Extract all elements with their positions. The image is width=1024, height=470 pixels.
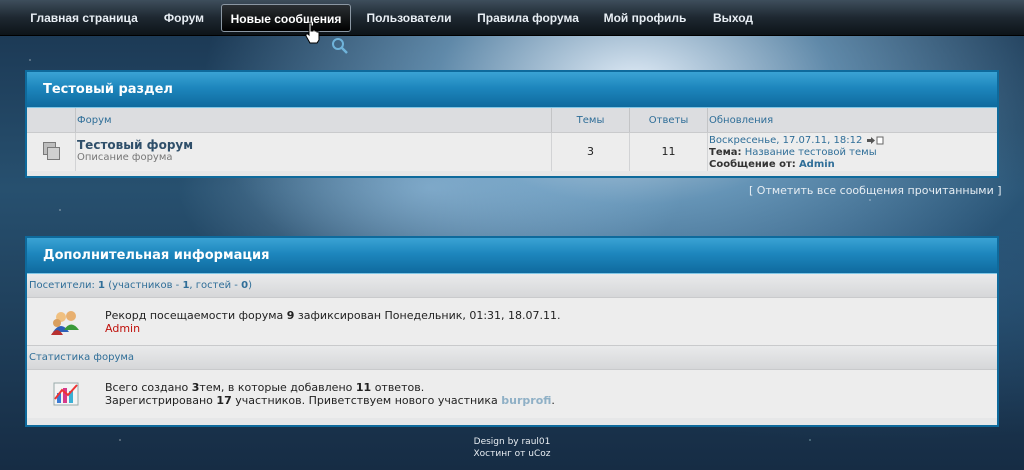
stats-text-d: Зарегистрировано xyxy=(105,394,213,407)
go-to-post-icon[interactable] xyxy=(866,136,884,145)
forum-section-panel: Тестовый раздел Форум Темы Ответы Обновл… xyxy=(25,70,999,178)
forum-link[interactable]: Тестовый форум xyxy=(77,138,551,152)
visitors-close: ) xyxy=(248,280,252,291)
last-post-date-link[interactable]: Воскресенье, 17.07.11, 18:12 xyxy=(709,135,862,146)
visitors-count: 1 xyxy=(98,280,106,291)
forum-description: Описание форума xyxy=(77,152,173,163)
nav-rules[interactable]: Правила форума xyxy=(475,4,581,32)
record-suffix: зафиксирован Понедельник, 01:31, 18.07.1… xyxy=(297,308,561,322)
nav-home[interactable]: Главная страница xyxy=(26,4,142,32)
users-online-icon xyxy=(51,310,79,335)
record-prefix: Рекорд посещаемости форума xyxy=(105,308,284,322)
nav-forum[interactable]: Форум xyxy=(158,4,210,32)
stats-replies: 11 xyxy=(355,381,372,394)
topic-label: Тема: xyxy=(709,147,742,158)
record-user-link[interactable]: Admin xyxy=(105,322,561,335)
section-title: Тестовый раздел xyxy=(27,72,997,108)
visitors-mid: (участников - xyxy=(108,280,180,291)
forum-topics-count: 3 xyxy=(552,133,630,171)
forum-last-update: Воскресенье, 17.07.11, 18:12 Тема: Назва… xyxy=(708,133,997,171)
info-panel: Дополнительная информация Посетители: 1 … xyxy=(25,236,999,427)
col-updates: Обновления xyxy=(709,115,774,126)
design-credit-link[interactable]: Design by raul01 xyxy=(0,436,1024,448)
col-topics: Темы xyxy=(552,108,630,132)
forum-replies-count: 11 xyxy=(630,133,708,171)
forum-read-icon xyxy=(27,133,76,171)
stats-text-e: участников. Приветствуем нового участник… xyxy=(235,394,498,407)
table-row: Тестовый форум Описание форума 3 11 Воск… xyxy=(27,133,997,171)
mark-all-read-link[interactable]: [ Отметить все сообщения прочитанными ] xyxy=(749,184,1002,197)
newest-member-link[interactable]: burprofi xyxy=(501,394,551,407)
nav-new-messages[interactable]: Новые сообщения xyxy=(221,4,351,32)
last-topic-link[interactable]: Название тестовой темы xyxy=(745,147,877,158)
col-icon xyxy=(27,108,76,132)
visitors-bar: Посетители: 1 (участников - 1, гостей - … xyxy=(27,274,997,298)
top-navbar: Главная страница Форум Новые сообщения П… xyxy=(0,0,1024,36)
nav-logout[interactable]: Выход xyxy=(710,4,756,32)
nav-users[interactable]: Пользователи xyxy=(364,4,454,32)
forum-table-header: Форум Темы Ответы Обновления xyxy=(27,108,997,133)
stats-label: Статистика форума xyxy=(27,346,997,370)
hosting-credit-link[interactable]: Хостинг от uCoz xyxy=(0,448,1024,460)
footer: Design by raul01 Хостинг от uCoz xyxy=(0,436,1024,460)
stats-members: 17 xyxy=(216,394,232,407)
info-title: Дополнительная информация xyxy=(27,238,997,274)
visitors-label: Посетители: xyxy=(29,280,95,291)
stats-text-c: ответов. xyxy=(374,381,425,394)
visitors-comma: , гостей - xyxy=(189,280,238,291)
message-label: Сообщение от: xyxy=(709,159,796,170)
statistics-chart-icon xyxy=(53,382,79,406)
col-forum: Форум xyxy=(76,108,552,132)
stats-text-f: . xyxy=(551,394,555,407)
stats-row: Всего создано 3тем, в которые добавлено … xyxy=(27,370,997,418)
stats-text-b: тем, в которые добавлено xyxy=(199,381,353,394)
stats-text-a: Всего создано xyxy=(105,381,189,394)
col-replies: Ответы xyxy=(630,108,708,132)
nav-profile[interactable]: Мой профиль xyxy=(602,4,688,32)
hand-cursor-icon xyxy=(305,22,320,44)
record-row: Рекорд посещаемости форума 9 зафиксирова… xyxy=(27,298,997,346)
record-count: 9 xyxy=(286,308,295,322)
last-author-link[interactable]: Admin xyxy=(799,159,835,170)
search-icon xyxy=(332,38,348,54)
forum-cell: Тестовый форум Описание форума xyxy=(76,133,552,171)
